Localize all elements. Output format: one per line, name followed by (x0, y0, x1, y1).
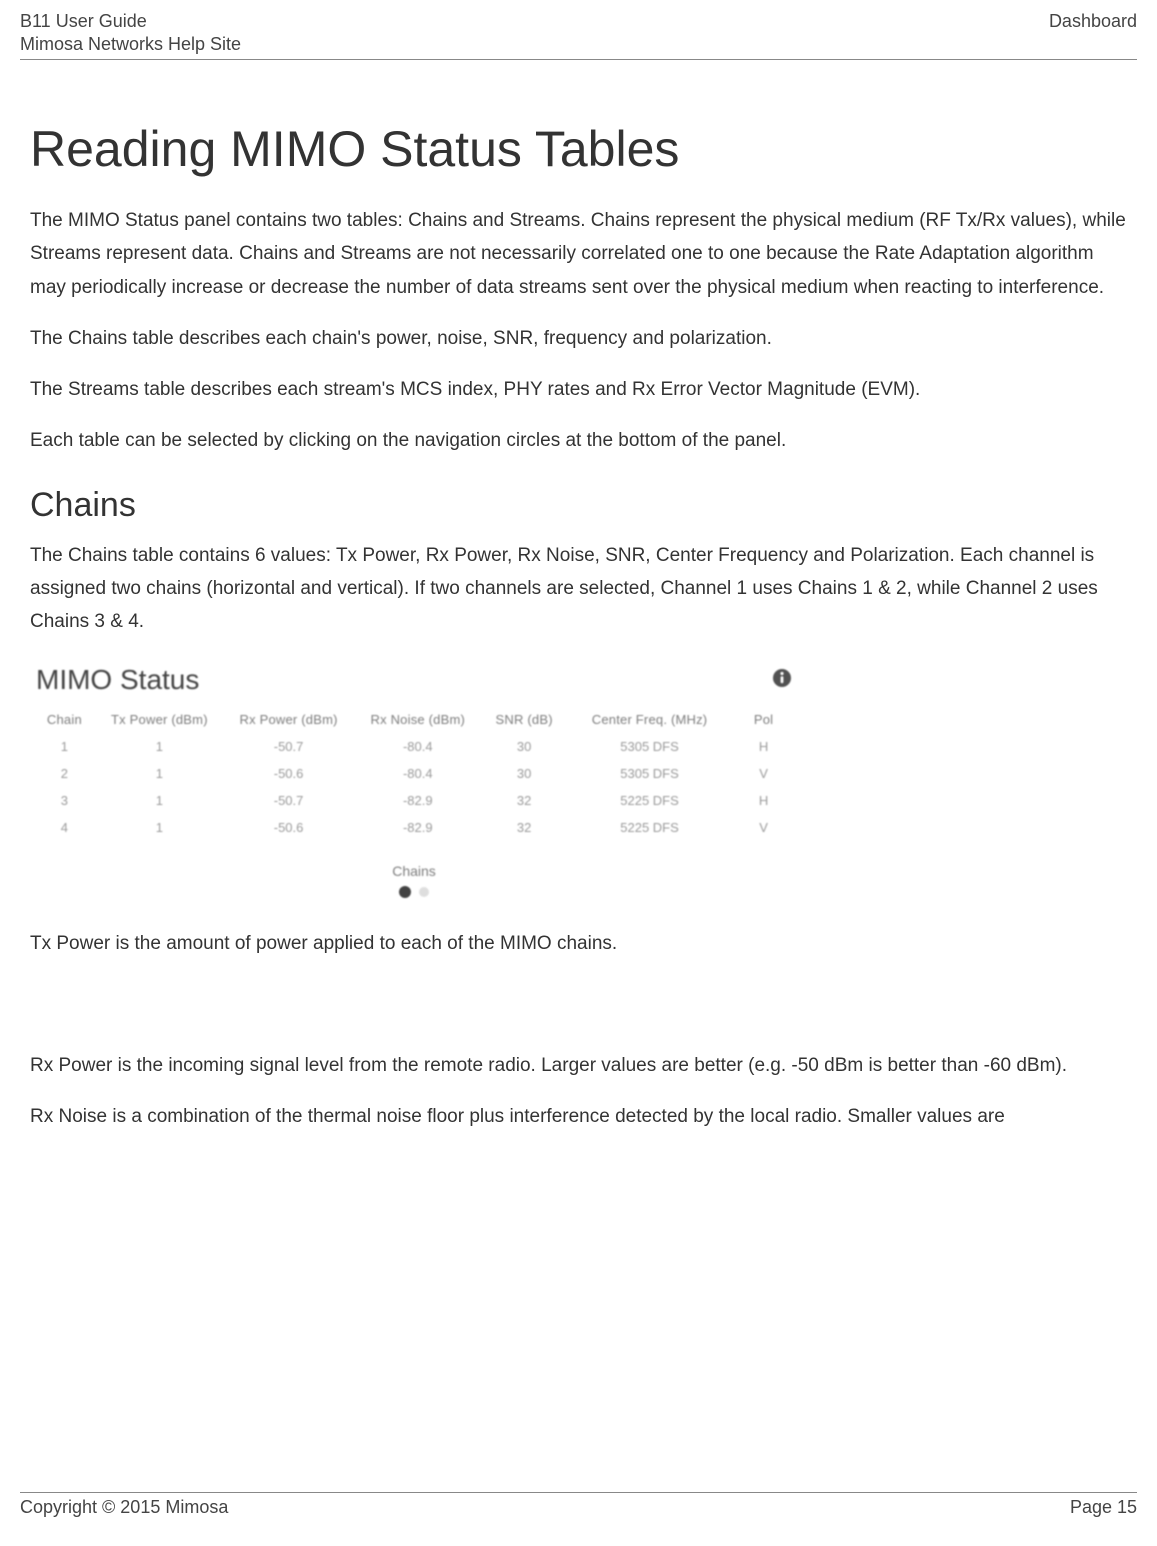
table-row: 2 1 -50.6 -80.4 30 5305 DFS V (34, 760, 794, 787)
panel-title: MIMO Status (36, 664, 199, 696)
rxnoise-desc: Rx Noise is a combination of the thermal… (30, 1100, 1127, 1133)
cell-noise: -82.9 (353, 814, 482, 841)
col-txpower: Tx Power (dBm) (95, 706, 224, 733)
copyright: Copyright © 2015 Mimosa (20, 1497, 228, 1518)
table-row: 1 1 -50.7 -80.4 30 5305 DFS H (34, 733, 794, 760)
cell-rx: -50.6 (224, 814, 353, 841)
chains-table: Chain Tx Power (dBm) Rx Power (dBm) Rx N… (34, 706, 794, 841)
cell-tx: 1 (95, 814, 224, 841)
chains-desc: The Chains table contains 6 values: Tx P… (30, 539, 1127, 639)
table-row: 4 1 -50.6 -82.9 32 5225 DFS V (34, 814, 794, 841)
cell-chain: 3 (34, 787, 95, 814)
table-header-row: Chain Tx Power (dBm) Rx Power (dBm) Rx N… (34, 706, 794, 733)
cell-snr: 32 (482, 787, 566, 814)
cell-rx: -50.7 (224, 733, 353, 760)
col-chain: Chain (34, 706, 95, 733)
cell-noise: -80.4 (353, 733, 482, 760)
section-heading-chains: Chains (30, 486, 1127, 525)
txpower-desc: Tx Power is the amount of power applied … (30, 927, 1127, 960)
intro-paragraph-3: The Streams table describes each stream'… (30, 373, 1127, 406)
cell-pol: V (733, 760, 794, 787)
col-rxpower: Rx Power (dBm) (224, 706, 353, 733)
cell-snr: 30 (482, 760, 566, 787)
cell-tx: 1 (95, 733, 224, 760)
cell-pol: V (733, 814, 794, 841)
intro-paragraph-2: The Chains table describes each chain's … (30, 322, 1127, 355)
col-freq: Center Freq. (MHz) (566, 706, 733, 733)
cell-tx: 1 (95, 760, 224, 787)
intro-paragraph-1: The MIMO Status panel contains two table… (30, 204, 1127, 304)
cell-pol: H (733, 787, 794, 814)
col-rxnoise: Rx Noise (dBm) (353, 706, 482, 733)
info-icon[interactable] (772, 668, 792, 693)
cell-rx: -50.7 (224, 787, 353, 814)
cell-tx: 1 (95, 787, 224, 814)
cell-chain: 1 (34, 733, 95, 760)
doc-title-line2: Mimosa Networks Help Site (20, 33, 241, 56)
mimo-status-panel: MIMO Status Chain Tx Po (34, 658, 794, 903)
nav-dot-streams[interactable] (419, 887, 429, 897)
doc-title-line1: B11 User Guide (20, 10, 241, 33)
intro-paragraph-4: Each table can be selected by clicking o… (30, 424, 1127, 457)
section-name: Dashboard (1049, 10, 1137, 33)
cell-rx: -50.6 (224, 760, 353, 787)
cell-freq: 5225 DFS (566, 787, 733, 814)
cell-snr: 30 (482, 733, 566, 760)
cell-chain: 4 (34, 814, 95, 841)
cell-noise: -82.9 (353, 787, 482, 814)
page-header: B11 User Guide Mimosa Networks Help Site… (20, 0, 1137, 55)
cell-pol: H (733, 733, 794, 760)
col-snr: SNR (dB) (482, 706, 566, 733)
cell-chain: 2 (34, 760, 95, 787)
cell-freq: 5305 DFS (566, 760, 733, 787)
page-title: Reading MIMO Status Tables (30, 120, 1127, 178)
nav-dot-chains[interactable] (399, 886, 411, 898)
nav-label: Chains (34, 863, 794, 879)
col-pol: Pol (733, 706, 794, 733)
cell-snr: 32 (482, 814, 566, 841)
table-row: 3 1 -50.7 -82.9 32 5225 DFS H (34, 787, 794, 814)
cell-noise: -80.4 (353, 760, 482, 787)
cell-freq: 5225 DFS (566, 814, 733, 841)
cell-freq: 5305 DFS (566, 733, 733, 760)
rxpower-desc: Rx Power is the incoming signal level fr… (30, 1049, 1127, 1082)
page-number: Page 15 (1070, 1497, 1137, 1518)
page-footer: Copyright © 2015 Mimosa Page 15 (20, 1492, 1137, 1518)
